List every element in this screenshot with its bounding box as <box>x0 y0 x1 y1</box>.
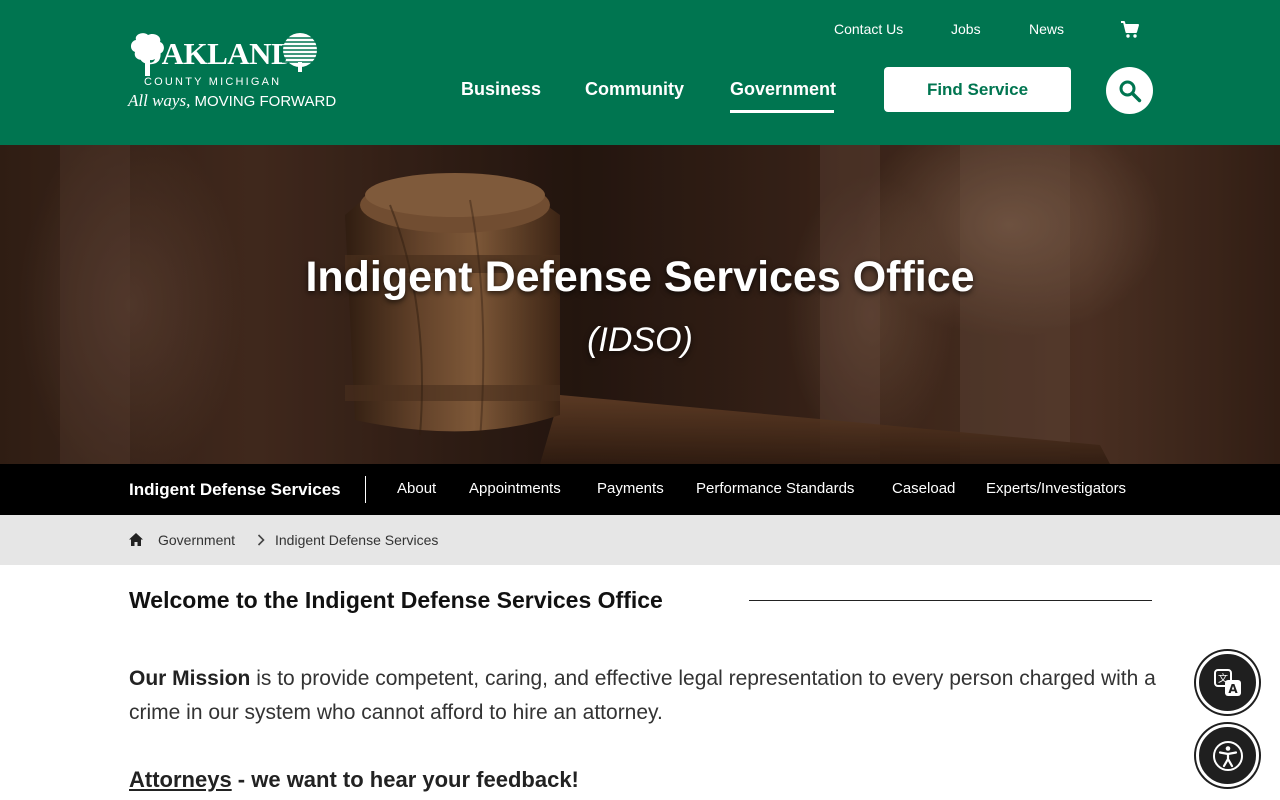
mission-lead: Our Mission <box>129 667 251 690</box>
logo-stripes-icon <box>282 33 318 72</box>
subnav-item-caseload[interactable]: Caseload <box>892 480 955 497</box>
hero-banner: Indigent Defense Services Office (IDSO) <box>0 145 1280 464</box>
page-subtitle: (IDSO) <box>587 321 693 359</box>
feedback-text: - we want to hear your feedback! <box>231 767 579 792</box>
find-service-button[interactable]: Find Service <box>884 67 1071 112</box>
shopping-cart-icon[interactable] <box>1120 21 1140 39</box>
subnav-item-payments[interactable]: Payments <box>597 480 664 497</box>
logo-tagline: All ways, MOVING FORWARD <box>128 91 336 111</box>
heading-rule <box>749 600 1152 601</box>
logo-wordmark: OAKLAND <box>138 36 293 71</box>
nav-business[interactable]: Business <box>461 79 541 100</box>
mission-text: is to provide competent, caring, and eff… <box>129 667 1156 724</box>
translate-button[interactable]: 文 A <box>1196 651 1259 714</box>
home-icon[interactable] <box>128 532 144 547</box>
site-header: OAKLAND COUNTY MICHIGAN All ways, MOVING… <box>0 0 1280 145</box>
mission-paragraph: Our Mission is to provide competent, car… <box>129 662 1159 730</box>
chevron-right-icon <box>257 534 265 546</box>
news-link[interactable]: News <box>1029 21 1064 37</box>
breadcrumb: Government Indigent Defense Services <box>0 515 1280 565</box>
section-subnav: Indigent Defense Services About Appointm… <box>0 464 1280 515</box>
search-icon <box>1119 80 1141 102</box>
accessibility-icon <box>1212 740 1243 771</box>
nav-community[interactable]: Community <box>585 79 684 100</box>
attorneys-link[interactable]: Attorneys <box>129 767 232 792</box>
nav-government[interactable]: Government <box>730 79 836 100</box>
subnav-divider <box>365 476 366 503</box>
translate-icon: 文 A <box>1213 668 1241 696</box>
search-button[interactable] <box>1106 67 1153 114</box>
breadcrumb-government[interactable]: Government <box>158 532 235 548</box>
logo-tagline-text: MOVING FORWARD <box>194 93 337 110</box>
logo-tagline-script: All ways, <box>128 91 191 110</box>
subnav-item-appointments[interactable]: Appointments <box>469 480 561 497</box>
breadcrumb-current: Indigent Defense Services <box>275 532 439 548</box>
jobs-link[interactable]: Jobs <box>951 21 981 37</box>
accessibility-button[interactable] <box>1196 724 1259 787</box>
feedback-line: Attorneys - we want to hear your feedbac… <box>129 767 579 793</box>
gavel-image <box>0 145 1280 464</box>
section-title-link[interactable]: Indigent Defense Services <box>129 480 341 500</box>
subnav-item-performance-standards[interactable]: Performance Standards <box>696 480 854 497</box>
welcome-heading: Welcome to the Indigent Defense Services… <box>129 587 663 613</box>
contact-us-link[interactable]: Contact Us <box>834 21 903 37</box>
page-title: Indigent Defense Services Office <box>305 253 975 301</box>
svg-text:A: A <box>1228 682 1238 696</box>
nav-active-indicator <box>730 110 834 113</box>
logo-county-text: COUNTY MICHIGAN <box>144 76 282 88</box>
subnav-item-about[interactable]: About <box>397 480 436 497</box>
subnav-item-experts-investigators[interactable]: Experts/Investigators <box>986 480 1126 497</box>
oakland-county-logo[interactable]: OAKLAND COUNTY MICHIGAN All ways, MOVING… <box>128 32 336 114</box>
